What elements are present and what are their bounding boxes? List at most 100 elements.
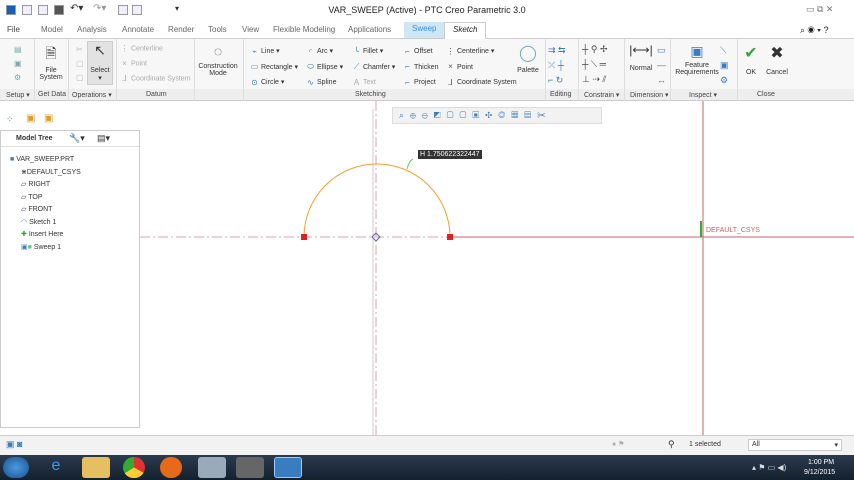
group-inspect[interactable]: Inspect ▾ (689, 91, 717, 99)
firefox-icon[interactable] (160, 457, 182, 478)
tree-item-insert-here[interactable]: ✚ Insert Here (10, 229, 81, 242)
help-icons[interactable]: ⌕ ◉ ▾ ? (800, 25, 828, 36)
fillet-icon: ╰ (354, 46, 359, 56)
sketch-centerline-tool[interactable]: ⋮ Centerline ▾ (446, 44, 517, 60)
palette-button[interactable]: ◯ Palette (515, 43, 541, 74)
tab-file[interactable]: File (7, 25, 20, 34)
feature-requirements-button[interactable]: ▣ Feature Requirements (674, 43, 720, 76)
rectangle-tool[interactable]: ▭ Rectangle ▾ (250, 60, 298, 76)
normal-dimension-button[interactable]: |⟷| Normal (627, 43, 655, 72)
select-button[interactable]: ↖ Select ▾ (87, 41, 113, 85)
navigator-tabs: ⁘ ▣ ▣ (4, 112, 58, 128)
chamfer-tool[interactable]: ⟋ Chamfer ▾ (352, 60, 396, 76)
tab-tools[interactable]: Tools (208, 25, 227, 34)
folder-browser-tab-icon[interactable]: ▣ (26, 113, 35, 124)
tree-item-sketch[interactable]: ◠ Sketch 1 (10, 217, 81, 230)
taskbar: e ▴ ⚑ ▭ ◀) 1:00 PM 9/12/2015 (0, 455, 854, 480)
dimension-icons[interactable]: ▭ — ↔ (657, 43, 666, 88)
calculator-icon[interactable] (198, 457, 226, 478)
chamfer-icon: ⟋ (353, 62, 360, 72)
operations-icons[interactable]: ✂ ▢ ▢ (76, 43, 84, 85)
group-dimension[interactable]: Dimension ▾ (630, 91, 669, 99)
csys-label: DEFAULT_CSYS (706, 227, 760, 234)
sketch-point-tool[interactable]: × Point (446, 60, 517, 76)
line-icon: ⌁ (252, 46, 257, 56)
sketch-col-1: ⌁ Line ▾ ▭ Rectangle ▾ ⊙ Circle ▾ (250, 44, 298, 91)
tree-item-sweep[interactable]: ▣■ Sweep 1 (10, 242, 81, 255)
tree-item-csys[interactable]: ⋇DEFAULT_CSYS (10, 167, 81, 180)
tree-item-front[interactable]: ▱ FRONT (10, 204, 81, 217)
tab-sketch[interactable]: Sketch (444, 22, 487, 39)
tree-item-right[interactable]: ▱ RIGHT (10, 179, 81, 192)
flag-icons[interactable]: ● ⚑ (612, 440, 624, 448)
ribbon-group-labels: Setup ▾ Get Data Operations ▾ Datum Sket… (0, 89, 854, 101)
arc-endpoint-left (301, 234, 307, 240)
sketch-col-3: ╰ Fillet ▾ ⟋ Chamfer ▾ A Text (352, 44, 396, 91)
selection-filter-dropdown[interactable]: All ▾ (748, 439, 842, 451)
arc-endpoint-right (447, 234, 453, 240)
model-tree-tab-icon[interactable]: ⁘ (6, 114, 14, 125)
tab-annotate[interactable]: Annotate (122, 25, 154, 34)
datum-point[interactable]: × Point (120, 59, 147, 68)
offset-icon: ⌐ (405, 46, 410, 56)
tab-analysis[interactable]: Analysis (77, 25, 107, 34)
tab-view[interactable]: View (242, 25, 259, 34)
dimension-value-input[interactable]: H 1.750622322447 (418, 150, 482, 159)
tab-model[interactable]: Model (41, 25, 63, 34)
thicken-tool[interactable]: ⌐ Thicken (403, 60, 438, 76)
view-toolbar[interactable]: ⌕⊕⊖◩▢▢▣✣◎▦▤✂ (392, 107, 602, 124)
datum-centerline[interactable]: ⋮ Centerline (120, 44, 163, 53)
tab-sweep[interactable]: Sweep (404, 22, 445, 38)
ie-icon[interactable]: e (42, 457, 70, 478)
tree-item-part[interactable]: ■ VAR_SWEEP.PRT (10, 154, 81, 167)
setup-icons[interactable]: ▤ ▣ ⚙ (14, 43, 22, 83)
tree-settings-icon[interactable]: 🔧▾ (69, 133, 85, 144)
group-operations[interactable]: Operations ▾ (72, 91, 112, 99)
inspect-icons[interactable]: ⟍ ▣ ⚙ (720, 43, 729, 88)
model-tree-header: Model Tree 🔧▾ ▤▾ (1, 131, 139, 147)
ellipse-icon: ⬭ (307, 62, 314, 72)
find-icon[interactable]: ⚲ (668, 439, 675, 450)
arc-icon: ◜ (308, 46, 313, 56)
creo-taskbar-icon[interactable] (274, 457, 302, 478)
tree-filters-icon[interactable]: ▤▾ (97, 133, 110, 144)
tray-icons[interactable]: ▴ ⚑ ▭ ◀) (752, 463, 786, 472)
ok-button[interactable]: ✔ OK (741, 43, 761, 76)
project-icon: ⌐ (405, 77, 410, 87)
group-close: Close (757, 91, 775, 98)
spline-icon: ∿ (307, 77, 314, 87)
rectangle-icon: ▭ (250, 62, 259, 72)
model-tree-items: ■ VAR_SWEEP.PRT ⋇DEFAULT_CSYS ▱ RIGHT ▱ … (10, 154, 81, 254)
start-button[interactable] (3, 457, 29, 478)
ribbon: ▤ ▣ ⚙ 🗎 File System ✂ ▢ ▢ ↖ Select ▾ ⋮ Centerlin… (0, 39, 854, 89)
line-tool[interactable]: ⌁ Line ▾ (250, 44, 298, 60)
tab-render[interactable]: Render (168, 25, 194, 34)
cancel-button[interactable]: ✖ Cancel (764, 43, 790, 76)
constrain-icons[interactable]: ┼ ⚲ ✢ ┼ ⟍ ═ ⊥ ⇢ ⫽ (582, 42, 608, 87)
window-controls[interactable]: ▭ ⧉ ✕ (806, 4, 833, 15)
group-datum: Datum (146, 91, 167, 98)
media-icon[interactable] (236, 457, 264, 478)
fillet-tool[interactable]: ╰ Fillet ▾ (352, 44, 395, 60)
offset-tool[interactable]: ⌐ Offset (403, 44, 439, 60)
explorer-icon[interactable] (82, 457, 110, 478)
group-setup[interactable]: Setup ▾ (6, 91, 30, 99)
file-system-button[interactable]: 🗎 File System (36, 43, 66, 81)
editing-icons[interactable]: ⇉ ⇆ ⤫ ┼ ⌐ ↻ (548, 43, 566, 88)
sketch-col-2: ◜ Arc ▾ ⬭ Ellipse ▾ ∿ Spline (306, 44, 343, 91)
ellipse-tool[interactable]: ⬭ Ellipse ▾ (306, 60, 343, 76)
arc-tool[interactable]: ◜ Arc ▾ (306, 44, 343, 60)
tree-item-top[interactable]: ▱ TOP (10, 192, 81, 205)
datum-coordinate-system[interactable]: ⅃ Coordinate System (120, 74, 190, 83)
chrome-icon[interactable] (123, 457, 145, 478)
status-toggle-icons[interactable]: ▣ ◙ (6, 439, 22, 450)
text-icon: A (353, 77, 360, 87)
group-editing: Editing (550, 91, 572, 98)
tab-applications[interactable]: Applications (348, 25, 391, 34)
group-constrain[interactable]: Constrain ▾ (584, 91, 619, 99)
construction-mode-button[interactable]: ◌ Construction Mode (197, 43, 239, 77)
favorites-tab-icon[interactable]: ▣ (44, 113, 53, 124)
model-tree-panel: Model Tree 🔧▾ ▤▾ ■ VAR_SWEEP.PRT ⋇DEFAUL… (0, 130, 140, 428)
tab-flexible-modeling[interactable]: Flexible Modeling (273, 25, 335, 34)
filter-value: All (752, 441, 760, 448)
